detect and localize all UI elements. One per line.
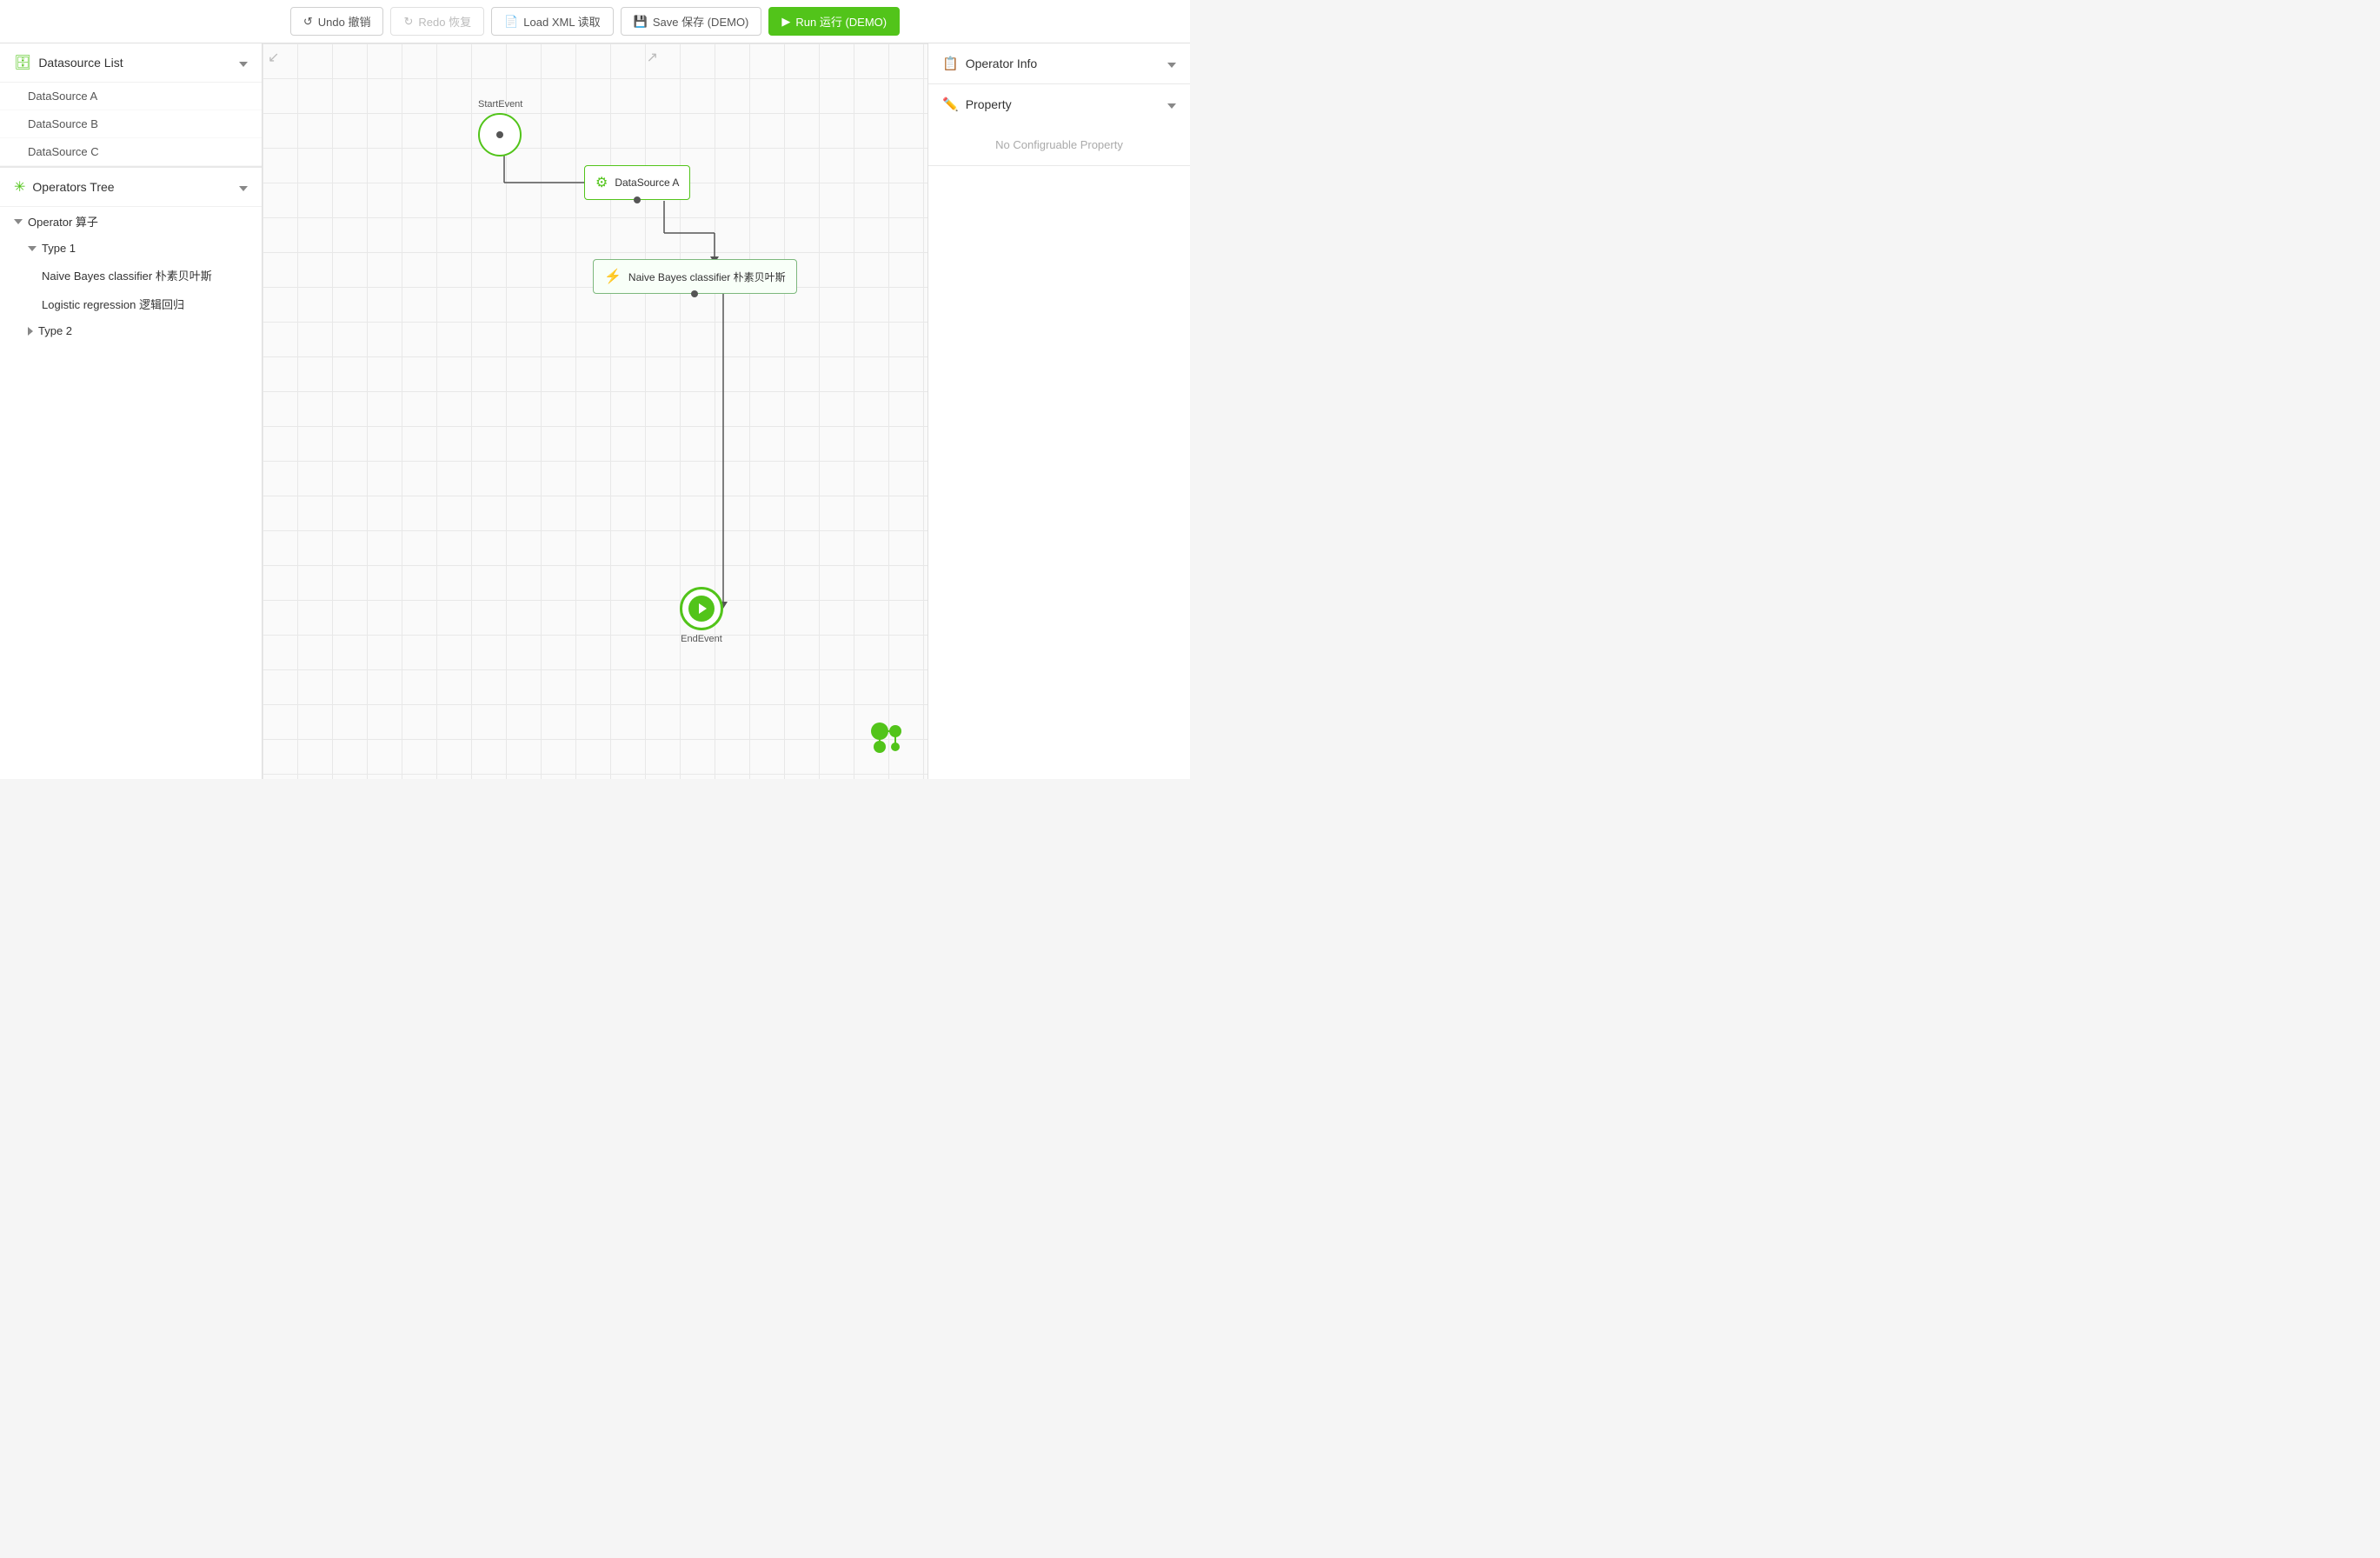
right-panel: 📋 Operator Info ✏️ Property No Configrua… xyxy=(927,43,1190,779)
load-button[interactable]: 📄 Load XML 读取 xyxy=(491,7,614,36)
tree-node-logistic[interactable]: Logistic regression 逻辑回归 xyxy=(0,290,262,318)
type1-node-label: Type 1 xyxy=(42,242,76,255)
datasource-node-label: DataSource A xyxy=(615,176,679,189)
end-event-node[interactable]: EndEvent xyxy=(680,587,723,644)
tree-node-type1[interactable]: Type 1 xyxy=(0,236,262,261)
tree-node-type2[interactable]: Type 2 xyxy=(0,318,262,343)
no-config-label: No Configruable Property xyxy=(995,138,1123,151)
operator-info-icon: 📋 xyxy=(942,56,959,71)
canvas-grid xyxy=(263,43,927,779)
classifier-node-icon: ⚡ xyxy=(604,268,622,285)
database-icon: 🗄 xyxy=(14,54,31,71)
operators-tree-label: Operators Tree xyxy=(32,180,114,194)
property-header[interactable]: ✏️ Property xyxy=(928,84,1190,124)
operators-tree-section: ✳ Operators Tree Operator 算子 Type 1 Naiv… xyxy=(0,167,262,343)
property-icon: ✏️ xyxy=(942,97,959,112)
save-button[interactable]: 💾 Save 保存 (DEMO) xyxy=(621,7,762,36)
left-sidebar: 🗄 Datasource List DataSource A DataSourc… xyxy=(0,43,263,779)
datasource-item-b[interactable]: DataSource B xyxy=(0,110,262,138)
start-event-label: StartEvent xyxy=(478,99,522,110)
property-collapse-icon xyxy=(1167,97,1176,111)
toolbar: ↺ Undo 撤销 ↻ Redo 恢复 📄 Load XML 读取 💾 Save… xyxy=(0,0,1190,43)
undo-button[interactable]: ↺ Undo 撤销 xyxy=(290,7,384,36)
operator-node-label: Operator 算子 xyxy=(28,213,98,230)
datasource-node-icon: ⚙ xyxy=(595,174,608,191)
save-icon: 💾 xyxy=(634,15,648,29)
undo-label: Undo 撤销 xyxy=(318,13,371,30)
end-event-label: EndEvent xyxy=(680,634,723,644)
run-button[interactable]: ▶ Run 运行 (DEMO) xyxy=(768,7,900,36)
run-label: Run 运行 (DEMO) xyxy=(795,13,887,30)
redo-label: Redo 恢复 xyxy=(418,13,471,30)
classifier-node-label: Naive Bayes classifier 朴素贝叶斯 xyxy=(628,270,786,284)
datasource-item-c[interactable]: DataSource C xyxy=(0,138,262,166)
load-label: Load XML 读取 xyxy=(523,13,600,30)
type1-chevron-icon xyxy=(28,246,37,251)
operator-info-section: 📋 Operator Info xyxy=(928,43,1190,84)
operator-chevron-icon xyxy=(14,219,23,224)
redo-button[interactable]: ↻ Redo 恢复 xyxy=(390,7,484,36)
asterisk-icon: ✳ xyxy=(14,178,25,196)
start-event-node[interactable]: StartEvent xyxy=(478,99,522,156)
operators-tree-header[interactable]: ✳ Operators Tree xyxy=(0,168,262,207)
load-icon: 📄 xyxy=(504,15,518,29)
operator-info-label: Operator Info xyxy=(966,57,1038,70)
naive-bayes-node-label: Naive Bayes classifier 朴素贝叶斯 xyxy=(42,267,212,283)
property-section: ✏️ Property No Configruable Property xyxy=(928,84,1190,166)
type2-chevron-icon xyxy=(28,327,33,336)
tree-node-operator[interactable]: Operator 算子 xyxy=(0,207,262,236)
resize-corner-tr-icon[interactable]: ↗ xyxy=(647,49,658,66)
app-logo xyxy=(862,714,910,762)
logistic-node-label: Logistic regression 逻辑回归 xyxy=(42,296,184,312)
datasource-section: 🗄 Datasource List DataSource A DataSourc… xyxy=(0,43,262,167)
main-layout: 🗄 Datasource List DataSource A DataSourc… xyxy=(0,43,1190,779)
save-label: Save 保存 (DEMO) xyxy=(653,13,749,30)
tree-collapse-icon xyxy=(239,180,248,194)
datasource-a-node[interactable]: ⚙ DataSource A xyxy=(584,165,690,200)
classifier-bottom-port xyxy=(691,290,698,297)
property-content: No Configruable Property xyxy=(928,124,1190,165)
canvas-area[interactable]: ↙ ↗ StartEvent ⚙ DataSourc xyxy=(263,43,927,779)
datasource-list: DataSource A DataSource B DataSource C xyxy=(0,83,262,166)
property-label: Property xyxy=(966,97,1012,111)
tree-node-naive-bayes[interactable]: Naive Bayes classifier 朴素贝叶斯 xyxy=(0,261,262,290)
operator-info-header[interactable]: 📋 Operator Info xyxy=(928,43,1190,83)
resize-corner-tl-icon[interactable]: ↙ xyxy=(268,49,279,66)
naive-bayes-node[interactable]: ⚡ Naive Bayes classifier 朴素贝叶斯 xyxy=(593,259,797,294)
datasource-header-label: Datasource List xyxy=(38,56,123,70)
redo-icon: ↻ xyxy=(403,15,413,29)
datasource-item-a[interactable]: DataSource A xyxy=(0,83,262,110)
operator-info-collapse-icon xyxy=(1167,57,1176,70)
type2-node-label: Type 2 xyxy=(38,324,72,337)
datasource-bottom-port xyxy=(634,196,641,203)
datasource-collapse-icon xyxy=(239,56,248,70)
undo-icon: ↺ xyxy=(303,15,313,29)
datasource-header[interactable]: 🗄 Datasource List xyxy=(0,43,262,83)
run-icon: ▶ xyxy=(781,15,790,29)
